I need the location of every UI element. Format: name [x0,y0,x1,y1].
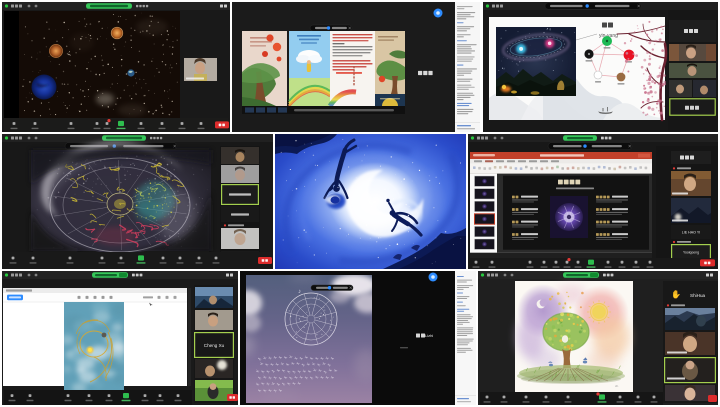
svg-text:ch.: ch. [615,384,619,388]
svg-text:♪: ♪ [298,289,301,295]
svg-text:✋: ✋ [671,289,681,299]
svg-text:ShiHua: ShiHua [690,293,706,298]
svg-text:Cheng Xu: Cheng Xu [204,343,225,348]
svg-text:LIE HAO YI: LIE HAO YI [682,231,701,235]
svg-text:Yooiqoeng: Yooiqoeng [683,250,699,254]
svg-text:Lizhi: Lizhi [425,333,433,338]
